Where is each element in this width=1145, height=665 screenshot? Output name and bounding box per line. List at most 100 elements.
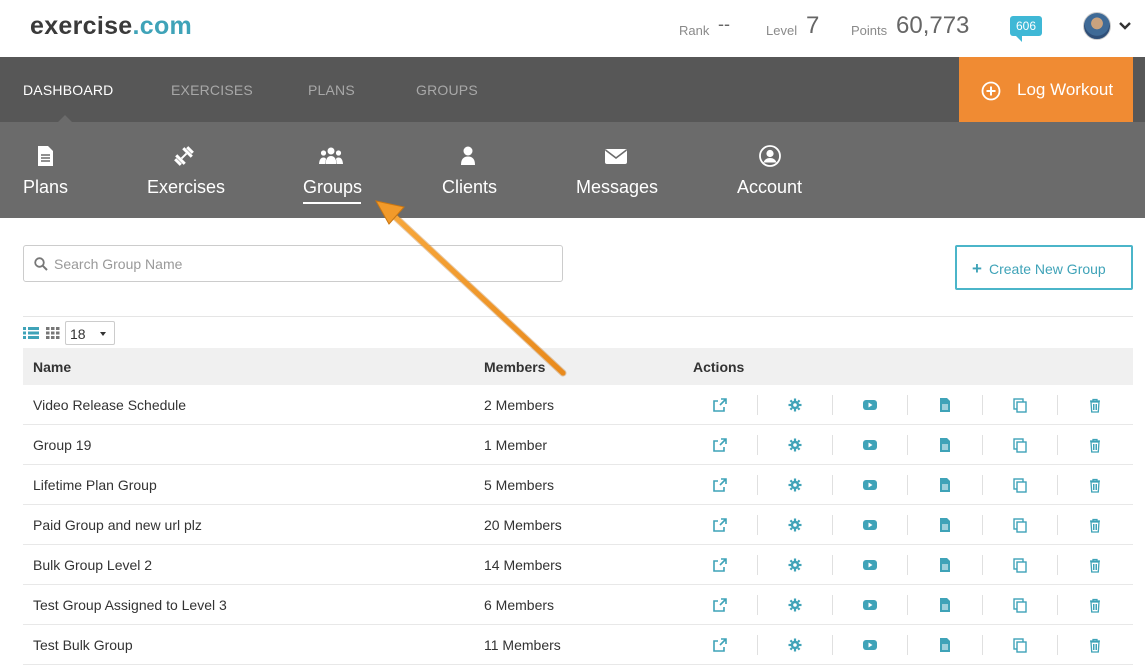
group-name[interactable]: Group 19 bbox=[33, 437, 91, 453]
action-separator bbox=[757, 475, 758, 495]
trash-icon[interactable] bbox=[1087, 557, 1103, 573]
column-members-header[interactable]: Members bbox=[484, 359, 545, 375]
action-separator bbox=[1057, 635, 1058, 655]
action-separator bbox=[1057, 395, 1058, 415]
external-link-icon[interactable] bbox=[712, 517, 728, 533]
nav-plans[interactable]: PLANS bbox=[308, 82, 355, 98]
external-link-icon[interactable] bbox=[712, 477, 728, 493]
trash-icon[interactable] bbox=[1087, 597, 1103, 613]
external-link-icon[interactable] bbox=[712, 637, 728, 653]
points-value: 60,773 bbox=[896, 12, 970, 39]
video-icon[interactable] bbox=[862, 437, 878, 453]
subnav-messages[interactable]: Messages bbox=[576, 122, 659, 218]
subnav-account[interactable]: Account bbox=[737, 122, 803, 218]
sub-nav: Plans Exercises Groups Clients Messages … bbox=[0, 122, 1145, 218]
copy-icon[interactable] bbox=[1012, 597, 1028, 613]
subnav-messages-label: Messages bbox=[576, 177, 659, 197]
external-link-icon[interactable] bbox=[712, 397, 728, 413]
per-page-select[interactable]: 18 bbox=[65, 321, 115, 345]
external-link-icon[interactable] bbox=[712, 597, 728, 613]
video-icon[interactable] bbox=[862, 397, 878, 413]
document-icon[interactable] bbox=[937, 557, 953, 573]
column-name-header[interactable]: Name bbox=[33, 359, 71, 375]
table-row[interactable]: Video Release Schedule 2 Members bbox=[23, 385, 1133, 425]
gear-icon[interactable] bbox=[787, 517, 803, 533]
copy-icon[interactable] bbox=[1012, 517, 1028, 533]
log-workout-button[interactable]: Log Workout bbox=[959, 57, 1133, 122]
table-row[interactable]: Lifetime Plan Group 5 Members bbox=[23, 465, 1133, 505]
action-separator bbox=[907, 595, 908, 615]
group-members: 6 Members bbox=[484, 597, 555, 613]
account-circle-icon bbox=[759, 145, 781, 167]
nav-dashboard[interactable]: DASHBOARD bbox=[23, 82, 113, 98]
nav-groups[interactable]: GROUPS bbox=[416, 82, 478, 98]
group-name[interactable]: Test Bulk Group bbox=[33, 637, 133, 653]
gear-icon[interactable] bbox=[787, 397, 803, 413]
table-row[interactable]: Test Group Assigned to Level 3 6 Members bbox=[23, 585, 1133, 625]
table-header: Name Members Actions bbox=[23, 348, 1133, 385]
avatar[interactable] bbox=[1083, 12, 1111, 40]
subnav-groups[interactable]: Groups bbox=[303, 122, 363, 218]
video-icon[interactable] bbox=[862, 557, 878, 573]
action-separator bbox=[982, 555, 983, 575]
gear-icon[interactable] bbox=[787, 477, 803, 493]
trash-icon[interactable] bbox=[1087, 517, 1103, 533]
subnav-groups-label: Groups bbox=[303, 177, 363, 197]
trash-icon[interactable] bbox=[1087, 397, 1103, 413]
trash-icon[interactable] bbox=[1087, 477, 1103, 493]
group-name[interactable]: Video Release Schedule bbox=[33, 397, 186, 413]
group-members: 1 Member bbox=[484, 437, 548, 453]
gear-icon[interactable] bbox=[787, 437, 803, 453]
gear-icon[interactable] bbox=[787, 557, 803, 573]
video-icon[interactable] bbox=[862, 637, 878, 653]
table-row[interactable]: Test Bulk Group 11 Members bbox=[23, 625, 1133, 665]
gear-icon[interactable] bbox=[787, 597, 803, 613]
table-row[interactable]: Paid Group and new url plz 20 Members bbox=[23, 505, 1133, 545]
external-link-icon[interactable] bbox=[712, 557, 728, 573]
grid-view-icon[interactable] bbox=[46, 326, 60, 340]
video-icon[interactable] bbox=[862, 517, 878, 533]
subnav-clients[interactable]: Clients bbox=[442, 122, 497, 218]
subnav-exercises-label: Exercises bbox=[147, 177, 226, 197]
chevron-down-icon[interactable] bbox=[1118, 19, 1132, 33]
plus-circle-icon bbox=[981, 81, 1001, 101]
copy-icon[interactable] bbox=[1012, 637, 1028, 653]
action-separator bbox=[1057, 515, 1058, 535]
group-name[interactable]: Bulk Group Level 2 bbox=[33, 557, 152, 573]
action-separator bbox=[757, 515, 758, 535]
external-link-icon[interactable] bbox=[712, 437, 728, 453]
copy-icon[interactable] bbox=[1012, 437, 1028, 453]
video-icon[interactable] bbox=[862, 597, 878, 613]
action-separator bbox=[757, 635, 758, 655]
gear-icon[interactable] bbox=[787, 637, 803, 653]
search-box[interactable] bbox=[23, 245, 563, 282]
group-name[interactable]: Paid Group and new url plz bbox=[33, 517, 202, 533]
action-separator bbox=[832, 435, 833, 455]
group-name[interactable]: Lifetime Plan Group bbox=[33, 477, 157, 493]
rank-label: Rank bbox=[679, 23, 710, 38]
table-row[interactable]: Bulk Group Level 2 14 Members bbox=[23, 545, 1133, 585]
create-new-group-button[interactable]: + Create New Group bbox=[955, 245, 1133, 290]
trash-icon[interactable] bbox=[1087, 437, 1103, 453]
document-icon[interactable] bbox=[937, 397, 953, 413]
notifications-badge[interactable]: 606 bbox=[1010, 16, 1042, 42]
document-icon[interactable] bbox=[937, 437, 953, 453]
nav-exercises[interactable]: EXERCISES bbox=[171, 82, 253, 98]
list-view-icon[interactable] bbox=[23, 326, 39, 340]
document-icon[interactable] bbox=[937, 477, 953, 493]
document-icon[interactable] bbox=[937, 597, 953, 613]
document-icon[interactable] bbox=[937, 517, 953, 533]
logo[interactable]: exercise.com bbox=[30, 12, 192, 41]
subnav-plans[interactable]: Plans bbox=[23, 122, 68, 218]
video-icon[interactable] bbox=[862, 477, 878, 493]
copy-icon[interactable] bbox=[1012, 557, 1028, 573]
subnav-exercises[interactable]: Exercises bbox=[147, 122, 225, 218]
group-name[interactable]: Test Group Assigned to Level 3 bbox=[33, 597, 227, 613]
copy-icon[interactable] bbox=[1012, 397, 1028, 413]
search-input[interactable] bbox=[54, 254, 544, 274]
trash-icon[interactable] bbox=[1087, 637, 1103, 653]
action-separator bbox=[832, 515, 833, 535]
copy-icon[interactable] bbox=[1012, 477, 1028, 493]
document-icon[interactable] bbox=[937, 637, 953, 653]
table-row[interactable]: Group 19 1 Member bbox=[23, 425, 1133, 465]
